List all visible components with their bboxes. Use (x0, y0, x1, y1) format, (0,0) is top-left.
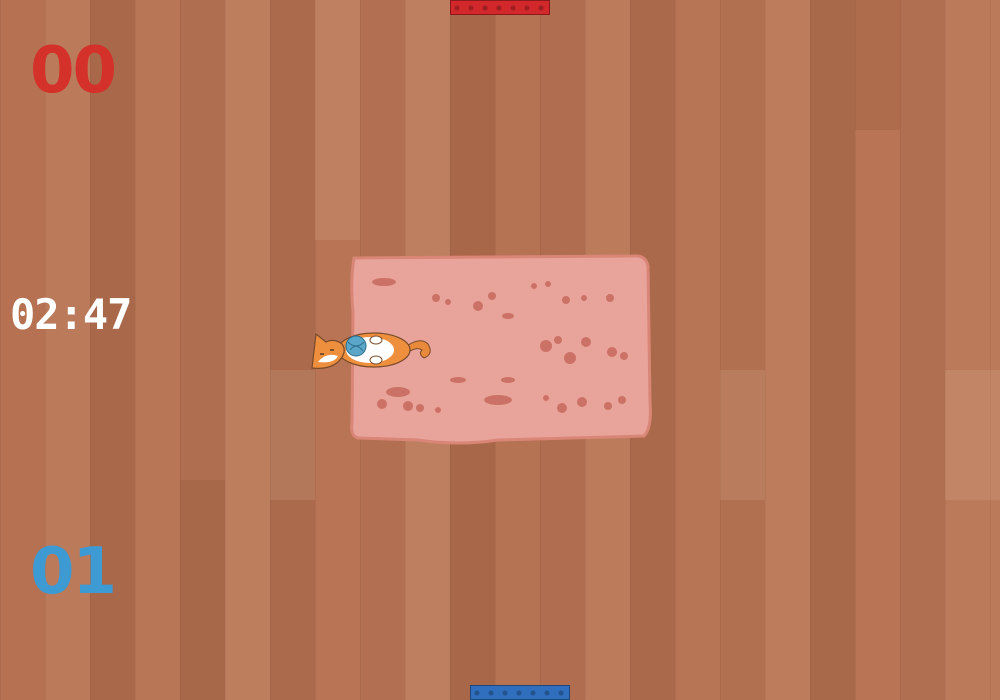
floor-plank (945, 370, 1000, 500)
floor-plank (270, 370, 315, 500)
red-score: 00 (30, 34, 117, 108)
blue-score: 01 (30, 535, 117, 609)
floor-plank (720, 370, 765, 500)
floor-plank (180, 480, 225, 700)
match-timer: 02:47 (10, 290, 132, 339)
blue-goal (470, 685, 570, 700)
cat-player (311, 332, 431, 369)
floor-plank (855, 0, 900, 130)
floor-plank (315, 0, 360, 240)
red-goal (450, 0, 550, 15)
